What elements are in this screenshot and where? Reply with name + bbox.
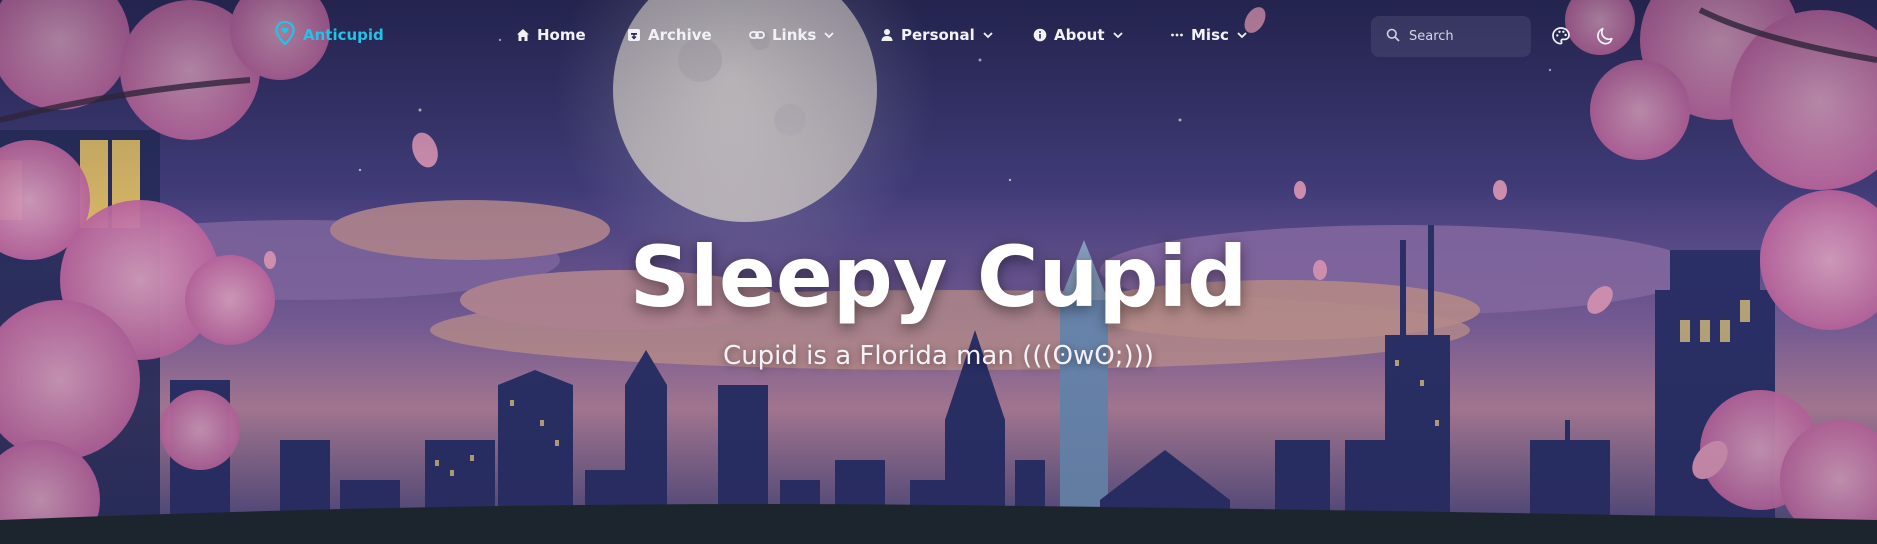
nav-personal[interactable]: Personal [880,26,993,44]
search-icon [1386,27,1400,46]
hero-title: Sleepy Cupid [629,228,1248,326]
nav-links[interactable]: Links [749,26,834,44]
nav-home-label: Home [537,26,586,44]
hero-subtitle: Cupid is a Florida man (((ʘwʘ;))) [723,341,1154,371]
nav-archive[interactable]: Archive [627,26,712,44]
navbar: Anticupid Home Archive Links Personal Ab… [0,0,1877,74]
brand-label: Anticupid [303,26,384,44]
search-box[interactable] [1371,16,1531,57]
archive-icon [627,28,641,42]
chevron-down-icon [983,31,993,39]
ellipsis-icon [1170,28,1184,42]
info-icon [1033,28,1047,42]
nav-misc[interactable]: Misc [1170,26,1247,44]
user-icon [880,28,894,42]
nav-links-label: Links [772,26,817,44]
chevron-down-icon [1237,31,1247,39]
nav-personal-label: Personal [901,26,975,44]
hero-banner: Sleepy Cupid Cupid is a Florida man (((ʘ… [0,0,1877,544]
nav-about-label: About [1054,26,1105,44]
search-input[interactable] [1409,29,1519,44]
nav-misc-label: Misc [1191,26,1229,44]
map-pin-heart-icon [275,20,295,49]
nav-home[interactable]: Home [516,26,586,44]
brand-link[interactable]: Anticupid [275,20,384,49]
chevron-down-icon [824,31,834,39]
link-icon [749,28,765,42]
moon-icon[interactable] [1596,26,1616,46]
chevron-down-icon [1112,31,1123,39]
home-icon [516,28,530,42]
palette-icon[interactable] [1551,26,1571,46]
nav-archive-label: Archive [648,26,712,44]
nav-about[interactable]: About [1033,26,1123,44]
